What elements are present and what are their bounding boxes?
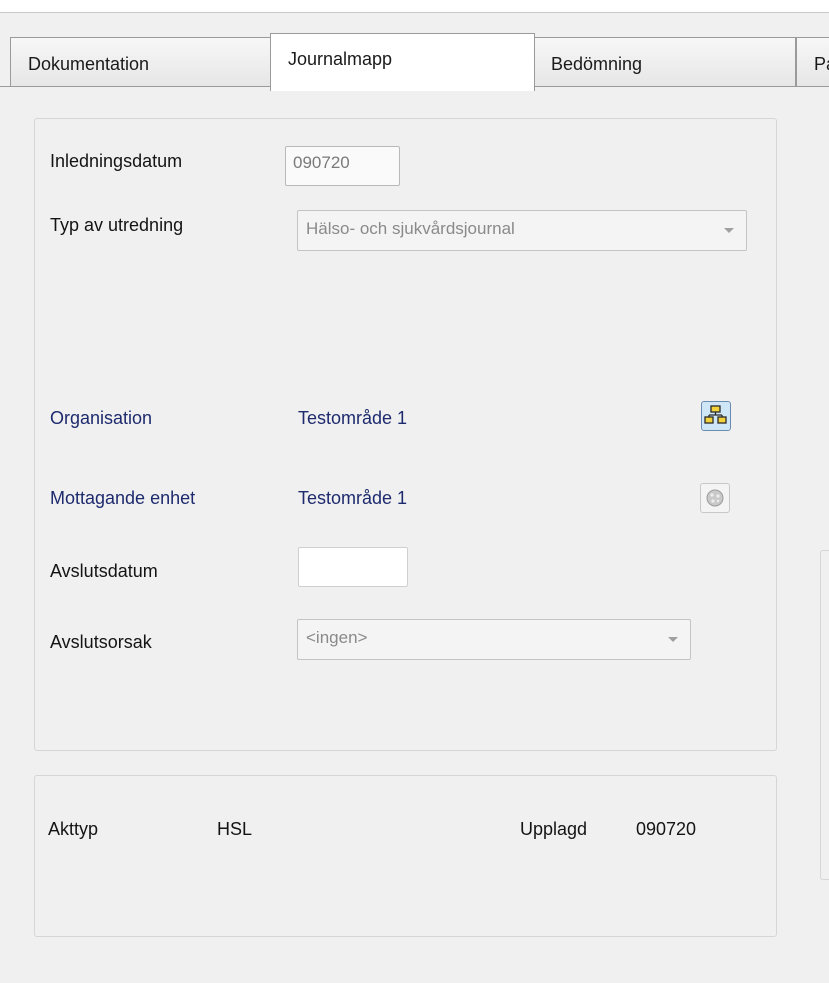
window-top-strip	[0, 0, 829, 12]
akttyp-value: HSL	[217, 819, 253, 839]
avslutsdatum-label: Avslutsdatum	[50, 561, 158, 581]
mottagande-enhet-picker-button[interactable]	[700, 483, 730, 513]
avslutsorsak-value: <ingen>	[306, 628, 368, 647]
typ-av-utredning-select[interactable]: Hälso- och sjukvårdsjournal	[297, 210, 747, 251]
unit-picker-icon	[706, 489, 724, 507]
tab-journalmapp[interactable]: Journalmapp	[270, 33, 535, 91]
chevron-down-icon	[724, 228, 734, 233]
upplagd-label: Upplagd	[520, 819, 588, 839]
organisation-value: Testområde 1	[298, 408, 408, 428]
chevron-down-icon	[668, 637, 678, 642]
journal-info-panel	[34, 775, 777, 937]
tab-bedomning[interactable]: Bedömning	[533, 37, 796, 87]
window-top-divider	[0, 12, 829, 13]
akttyp-label: Akttyp	[48, 819, 99, 839]
organisation-picker-button[interactable]	[701, 401, 731, 431]
typ-av-utredning-value: Hälso- och sjukvårdsjournal	[306, 219, 515, 238]
avslutsdatum-field[interactable]	[298, 547, 408, 587]
avslutsorsak-select[interactable]: <ingen>	[297, 619, 691, 660]
side-panel-edge	[820, 550, 829, 880]
tab-pa[interactable]: Pa	[796, 37, 829, 87]
tab-dokumentation[interactable]: Dokumentation	[10, 37, 273, 87]
avslutsorsak-label: Avslutsorsak	[50, 632, 152, 652]
typ-av-utredning-label: Typ av utredning	[50, 215, 184, 235]
mottagande-enhet-value: Testområde 1	[298, 488, 408, 508]
upplagd-value: 090720	[636, 819, 697, 839]
inledningsdatum-label: Inledningsdatum	[50, 151, 183, 171]
mottagande-enhet-label: Mottagande enhet	[50, 488, 196, 508]
org-tree-icon	[704, 405, 727, 424]
inledningsdatum-field[interactable]: 090720	[285, 146, 400, 186]
organisation-label: Organisation	[50, 408, 153, 428]
